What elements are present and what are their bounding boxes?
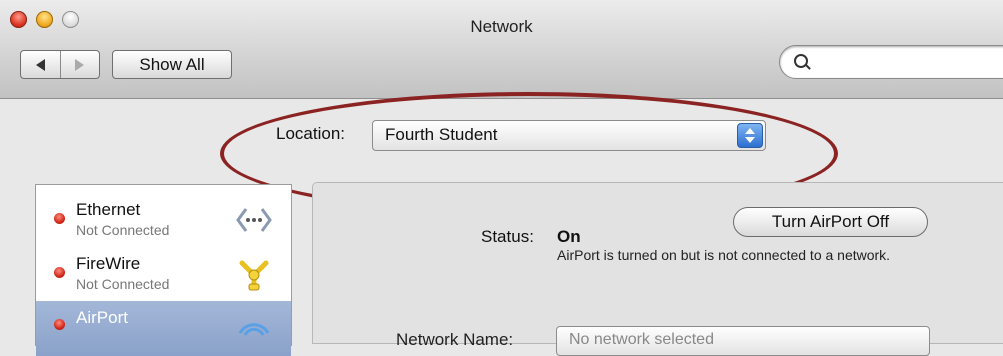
window-title: Network xyxy=(470,17,533,36)
forward-arrow-icon xyxy=(75,58,85,71)
search-icon xyxy=(794,54,808,68)
status-label: Status: xyxy=(481,227,534,246)
ethernet-icon xyxy=(236,208,272,232)
popup-stepper-icon xyxy=(737,123,763,148)
forward-button[interactable] xyxy=(59,51,100,78)
network-name-label: Network Name: xyxy=(396,330,514,349)
airport-icon xyxy=(238,323,270,336)
location-popup[interactable]: Fourth Student xyxy=(372,120,766,151)
search-field[interactable] xyxy=(779,45,1003,79)
service-status: Not Connected xyxy=(76,222,170,238)
status-dot-icon xyxy=(54,267,65,278)
status-value: On xyxy=(557,227,581,246)
window-toolbar: Network Show All xyxy=(0,0,1003,99)
status-dot-icon xyxy=(54,319,65,330)
network-name-value: No network selected xyxy=(569,331,714,348)
back-button[interactable] xyxy=(21,51,60,78)
service-list: Ethernet Not Connected FireWire Not Conn… xyxy=(35,184,292,356)
back-arrow-icon xyxy=(35,58,45,71)
status-description: AirPort is turned on but is not connecte… xyxy=(557,247,891,263)
service-name: Ethernet xyxy=(76,200,141,219)
service-item-ethernet[interactable]: Ethernet Not Connected xyxy=(36,193,291,248)
location-label: Location: xyxy=(276,124,345,143)
turn-airport-off-button[interactable]: Turn AirPort Off xyxy=(733,207,928,237)
show-all-button[interactable]: Show All xyxy=(112,50,232,79)
back-forward-control xyxy=(20,50,100,79)
location-value: Fourth Student xyxy=(385,125,498,144)
status-dot-icon xyxy=(54,213,65,224)
service-status: Not Connected xyxy=(76,276,170,292)
service-name: AirPort xyxy=(76,308,128,327)
network-name-popup[interactable]: No network selected xyxy=(556,326,930,356)
service-name: FireWire xyxy=(76,254,141,273)
service-item-airport[interactable]: AirPort xyxy=(36,301,291,356)
firewire-icon xyxy=(239,260,269,291)
service-item-firewire[interactable]: FireWire Not Connected xyxy=(36,247,291,302)
search-input[interactable] xyxy=(816,52,1000,72)
